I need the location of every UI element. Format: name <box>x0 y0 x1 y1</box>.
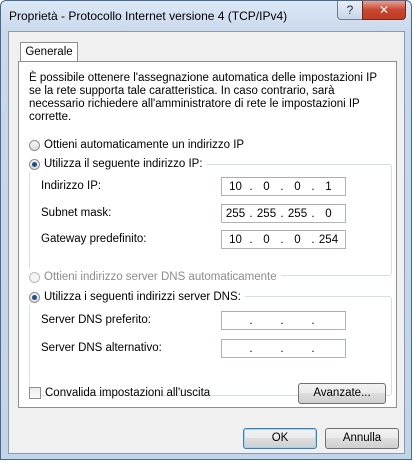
ip-address-input[interactable]: 10. 0. 0. 1 <box>221 177 346 196</box>
radio-checked-icon <box>29 158 40 170</box>
octet: 0 <box>263 233 270 246</box>
radio-checked-icon <box>29 291 40 303</box>
octet-separator: . <box>280 314 284 327</box>
octet: 254 <box>318 233 339 246</box>
subnet-mask-label: Subnet mask: <box>41 207 112 219</box>
ip-manual-label: Utilizza il seguente indirizzo IP: <box>44 158 203 170</box>
octet: 0 <box>294 233 301 246</box>
dialog-body: Generale È possibile ottenere l'assegnaz… <box>8 31 405 454</box>
octet-separator: . <box>311 342 315 355</box>
radio-icon <box>29 139 40 151</box>
ip-manual-radio[interactable]: Utilizza il seguente indirizzo IP: <box>29 156 207 172</box>
window-title: Proprietà - Protocollo Internet versione… <box>9 9 288 23</box>
ok-button[interactable]: OK <box>243 428 317 449</box>
octet: 255 <box>256 207 277 220</box>
octet: 0 <box>263 180 270 193</box>
octet: 10 <box>229 233 242 246</box>
dns-auto-radio: Ottieni indirizzo server DNS automaticam… <box>29 269 281 285</box>
dns-auto-label: Ottieni indirizzo server DNS automaticam… <box>44 271 277 283</box>
ip-auto-radio[interactable]: Ottieni automaticamente un indirizzo IP <box>29 137 249 153</box>
preferred-dns-label: Server DNS preferito: <box>41 314 151 326</box>
alternate-dns-input[interactable]: . . . <box>221 339 346 358</box>
dns-manual-radio[interactable]: Utilizza i seguenti indirizzi server DNS… <box>29 289 245 305</box>
ip-auto-label: Ottieni automaticamente un indirizzo IP <box>44 139 245 151</box>
preferred-dns-input[interactable]: . . . <box>221 311 346 330</box>
octet-separator: . <box>249 314 253 327</box>
cancel-button[interactable]: Annulla <box>325 428 399 449</box>
intro-text: È possibile ottenere l'assegnazione auto… <box>29 72 377 123</box>
octet: 10 <box>229 180 242 193</box>
advanced-button[interactable]: Avanzate... <box>298 383 386 404</box>
checkbox-icon <box>29 387 41 399</box>
dialog-window: Proprietà - Protocollo Internet versione… <box>0 0 412 460</box>
help-icon[interactable]: ? <box>337 1 363 20</box>
title-bar[interactable]: Proprietà - Protocollo Internet versione… <box>1 1 413 31</box>
octet-separator: . <box>249 342 253 355</box>
gateway-input[interactable]: 10. 0. 0. 254 <box>221 230 346 249</box>
alternate-dns-label: Server DNS alternativo: <box>41 342 162 354</box>
ip-address-label: Indirizzo IP: <box>41 180 102 192</box>
radio-disabled-icon <box>29 271 40 283</box>
octet: 255 <box>225 207 246 220</box>
octet: 0 <box>325 207 332 220</box>
close-icon[interactable]: ✕ <box>362 1 406 20</box>
octet: 255 <box>287 207 308 220</box>
validate-checkbox[interactable]: Convalida impostazioni all'uscita <box>29 385 210 401</box>
subnet-mask-input[interactable]: 255. 255. 255. 0 <box>221 204 346 223</box>
tab-generale[interactable]: Generale <box>20 42 78 62</box>
dns-manual-label: Utilizza i seguenti indirizzi server DNS… <box>44 291 241 303</box>
octet: 0 <box>294 180 301 193</box>
gateway-label: Gateway predefinito: <box>41 233 147 245</box>
octet-separator: . <box>280 342 284 355</box>
octet: 1 <box>325 180 332 193</box>
validate-label: Convalida impostazioni all'uscita <box>45 387 211 399</box>
tab-panel: È possibile ottenere l'assegnazione auto… <box>18 61 397 408</box>
octet-separator: . <box>311 314 315 327</box>
